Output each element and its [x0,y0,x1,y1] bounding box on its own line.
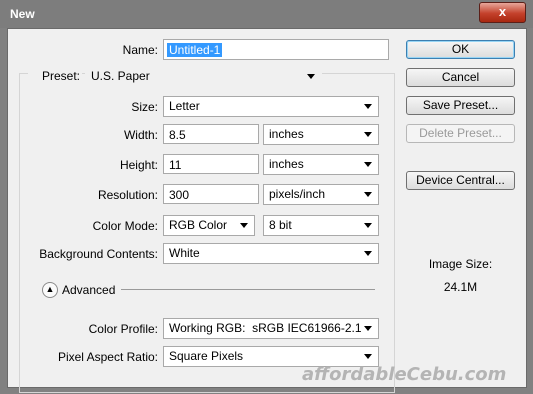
advanced-divider [121,289,375,290]
preset-value: U.S. Paper [91,69,150,83]
background-label: Background Contents: [39,247,158,261]
preset-select[interactable]: U.S. Paper [85,66,322,87]
color-profile-value: Working RGB: sRGB IEC61966-2.1 [169,321,362,335]
pixel-aspect-value: Square Pixels [169,349,244,363]
color-mode-select[interactable]: RGB Color [163,215,255,236]
height-label: Height: [119,158,158,172]
chevron-down-icon [364,326,372,331]
width-input[interactable]: 8.5 [163,124,259,144]
color-profile-label: Color Profile: [88,322,158,336]
resolution-input[interactable]: 300 [163,184,259,204]
window-title: New [10,7,35,21]
size-label: Size: [131,100,158,114]
resolution-unit-select[interactable]: pixels/inch [263,184,379,205]
height-unit-select[interactable]: inches [263,154,379,175]
background-value: White [169,246,200,260]
name-input-value: Untitled-1 [167,43,223,57]
pixel-aspect-label: Pixel Aspect Ratio: [57,350,158,364]
resolution-unit-value: pixels/inch [269,187,326,201]
ok-button[interactable]: OK [406,40,515,59]
title-bar[interactable]: New x [0,0,533,28]
chevron-down-icon [307,74,315,79]
width-label: Width: [123,128,158,142]
color-mode-value: RGB Color [169,218,228,232]
image-size-label: Image Size: [428,257,493,271]
chevron-down-icon [364,162,372,167]
chevron-down-icon [364,251,372,256]
bit-depth-value: 8 bit [269,218,292,232]
background-select[interactable]: White [163,243,379,264]
chevron-up-icon[interactable]: ▲ [42,282,58,298]
close-button[interactable]: x [479,2,526,23]
device-central-button[interactable]: Device Central... [406,171,515,190]
chevron-down-icon [364,223,372,228]
preset-label: Preset: [28,69,82,83]
chevron-down-icon [364,354,372,359]
watermark: affordableCebu.com [302,364,507,385]
close-icon: x [498,4,507,19]
color-profile-select[interactable]: Working RGB: sRGB IEC61966-2.1 [163,318,379,339]
size-select[interactable]: Letter [163,96,379,117]
bit-depth-select[interactable]: 8 bit [263,215,379,236]
delete-preset-button[interactable]: Delete Preset... [406,124,515,143]
size-value: Letter [169,99,200,113]
advanced-label[interactable]: Advanced [62,283,115,297]
dialog-client: Name: Untitled-1 Preset: U.S. Paper Size… [7,28,527,393]
name-input[interactable]: Untitled-1 [163,39,389,60]
width-unit-select[interactable]: inches [263,124,379,145]
resolution-label: Resolution: [97,188,158,202]
chevron-down-icon [240,223,248,228]
chevron-down-icon [364,104,372,109]
cancel-button[interactable]: Cancel [406,68,515,87]
chevron-down-icon [364,132,372,137]
name-label: Name: [122,43,158,57]
width-unit-value: inches [269,127,304,141]
height-input[interactable]: 11 [163,154,259,174]
chevron-down-icon [364,192,372,197]
image-size-value: 24.1M [443,280,478,294]
color-mode-label: Color Mode: [92,219,158,233]
height-unit-value: inches [269,157,304,171]
save-preset-button[interactable]: Save Preset... [406,96,515,115]
dialog-window: New x Name: Untitled-1 Preset: U.S. Pape… [0,0,533,394]
